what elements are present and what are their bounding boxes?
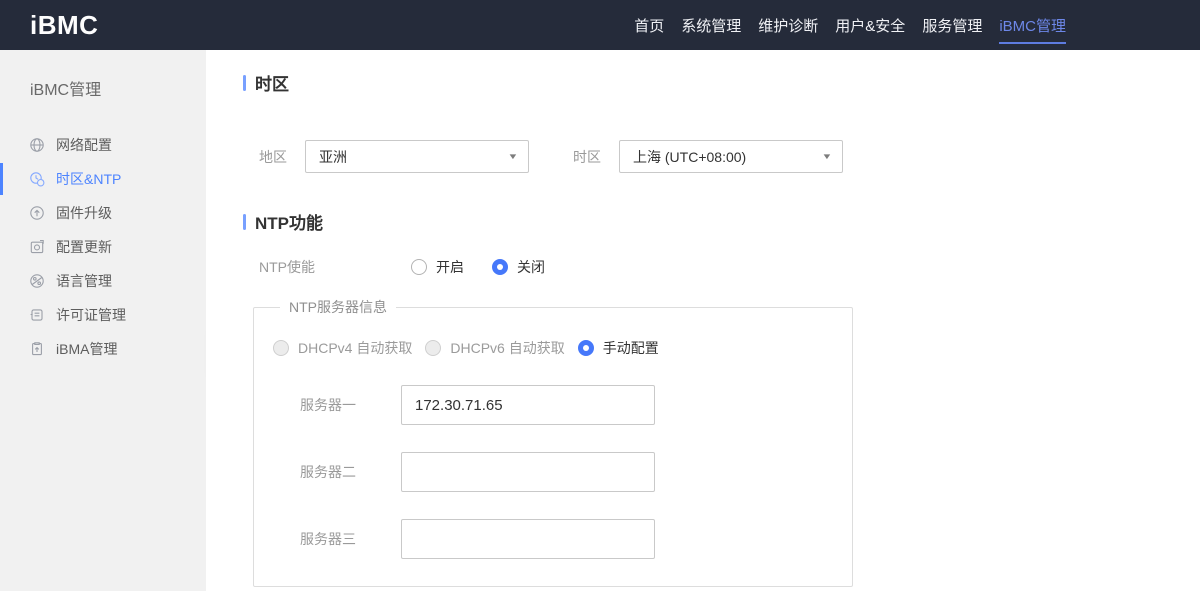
section-title-text: 时区 [255,75,289,94]
ntp-enable-label: NTP使能 [259,259,315,275]
ntp-mode-row: DHCPv4 自动获取 DHCPv6 自动获取 手动配置 [273,338,852,358]
chevron-down-icon: ▼ [507,152,519,161]
sidebar-item-language[interactable]: 语言管理 [0,264,206,298]
radio-icon [577,340,594,356]
radio-label: 手动配置 [602,340,659,356]
chevron-down-icon: ▼ [821,152,833,161]
server1-label: 服务器一 [300,397,356,413]
radio-manual-config[interactable]: 手动配置 [577,338,659,358]
server1-input[interactable] [401,385,655,425]
language-icon [29,273,45,289]
region-select-value: 亚洲 [319,148,347,165]
firmware-upgrade-icon [29,205,45,221]
server3-label: 服务器三 [300,531,356,547]
network-icon [29,137,45,153]
nav-item-maintenance[interactable]: 维护诊断 [758,0,818,50]
radio-label: 关闭 [517,259,545,275]
ibma-icon [29,341,45,357]
sidebar-item-firmware-upgrade[interactable]: 固件升级 [0,196,206,230]
sidebar-item-network-config[interactable]: 网络配置 [0,128,206,162]
radio-ntp-on[interactable]: 开启 [411,257,464,277]
sidebar-item-label: 配置更新 [56,239,112,255]
timezone-select-value: 上海 (UTC+08:00) [633,148,747,165]
section-title-ntp: NTP功能 [243,209,1200,234]
radio-icon [492,259,508,275]
radio-dhcpv4-auto: DHCPv4 自动获取 [273,338,412,358]
nav-item-user-security[interactable]: 用户&安全 [835,0,905,50]
sidebar-item-label: 许可证管理 [56,307,126,323]
top-navbar: iBMC 首页 系统管理 维护诊断 用户&安全 服务管理 iBMC管理 [0,0,1200,50]
sidebar-item-label: 网络配置 [56,137,112,153]
radio-label: 开启 [436,259,464,275]
server-row-1: 服务器一 [273,385,852,425]
sidebar-item-label: 语言管理 [56,273,112,289]
sidebar-item-label: 固件升级 [56,205,112,221]
timezone-label: 时区 [573,148,601,165]
server2-input[interactable] [401,452,655,492]
sidebar-menu: 网络配置 时区&NTP 固件升级 配置更新 语言管理 许可证管理 iBMA管理 [0,128,206,366]
ntp-enable-row: NTP使能 开启 关闭 [259,257,1200,277]
region-label: 地区 [259,148,287,165]
server3-input[interactable] [401,519,655,559]
ntp-server-fieldset: NTP服务器信息 DHCPv4 自动获取 DHCPv6 自动获取 手动配置 服务… [253,297,853,587]
sidebar-item-config-update[interactable]: 配置更新 [0,230,206,264]
main-content: 时区 地区 亚洲 ▼ 时区 上海 (UTC+08:00) ▼ NTP功能 NTP… [206,50,1200,591]
radio-label: DHCPv6 自动获取 [450,340,565,356]
accent-bar [243,213,246,230]
nav-item-services[interactable]: 服务管理 [922,0,982,50]
top-nav-menu: 首页 系统管理 维护诊断 用户&安全 服务管理 iBMC管理 [634,0,1200,50]
license-icon [29,307,45,323]
accent-bar [243,74,246,91]
radio-icon [425,340,442,356]
nav-item-home[interactable]: 首页 [634,0,664,50]
radio-dhcpv6-auto: DHCPv6 自动获取 [425,338,565,358]
section-title-text: NTP功能 [255,214,323,233]
timezone-ntp-icon [29,171,45,187]
sidebar-item-license[interactable]: 许可证管理 [0,298,206,332]
server-row-2: 服务器二 [273,452,852,492]
ntp-server-legend: NTP服务器信息 [289,299,387,315]
region-select[interactable]: 亚洲 ▼ [305,140,529,173]
ibmc-logo[interactable]: iBMC [30,10,98,41]
sidebar: iBMC管理 网络配置 时区&NTP 固件升级 配置更新 语言管理 许可证管理 … [0,50,221,591]
section-title-timezone: 时区 [243,70,1200,95]
timezone-field: 时区 上海 (UTC+08:00) ▼ [573,140,843,173]
sidebar-title: iBMC管理 [30,82,102,99]
radio-icon [273,340,289,356]
nav-item-ibmc-management[interactable]: iBMC管理 [999,0,1066,50]
server-row-3: 服务器三 [273,519,852,559]
timezone-select[interactable]: 上海 (UTC+08:00) ▼ [619,140,843,173]
server2-label: 服务器二 [300,464,356,480]
sidebar-item-label: 时区&NTP [56,171,122,187]
radio-icon [411,259,427,275]
radio-label: DHCPv4 自动获取 [298,340,413,356]
region-field: 地区 亚洲 ▼ [259,140,529,173]
radio-ntp-off[interactable]: 关闭 [492,257,545,277]
sidebar-item-timezone-ntp[interactable]: 时区&NTP [0,162,206,196]
timezone-form-row: 地区 亚洲 ▼ 时区 上海 (UTC+08:00) ▼ [259,140,1200,173]
config-update-icon [29,239,45,255]
nav-item-system[interactable]: 系统管理 [681,0,741,50]
sidebar-item-label: iBMA管理 [56,341,118,357]
sidebar-item-ibma[interactable]: iBMA管理 [0,332,206,366]
